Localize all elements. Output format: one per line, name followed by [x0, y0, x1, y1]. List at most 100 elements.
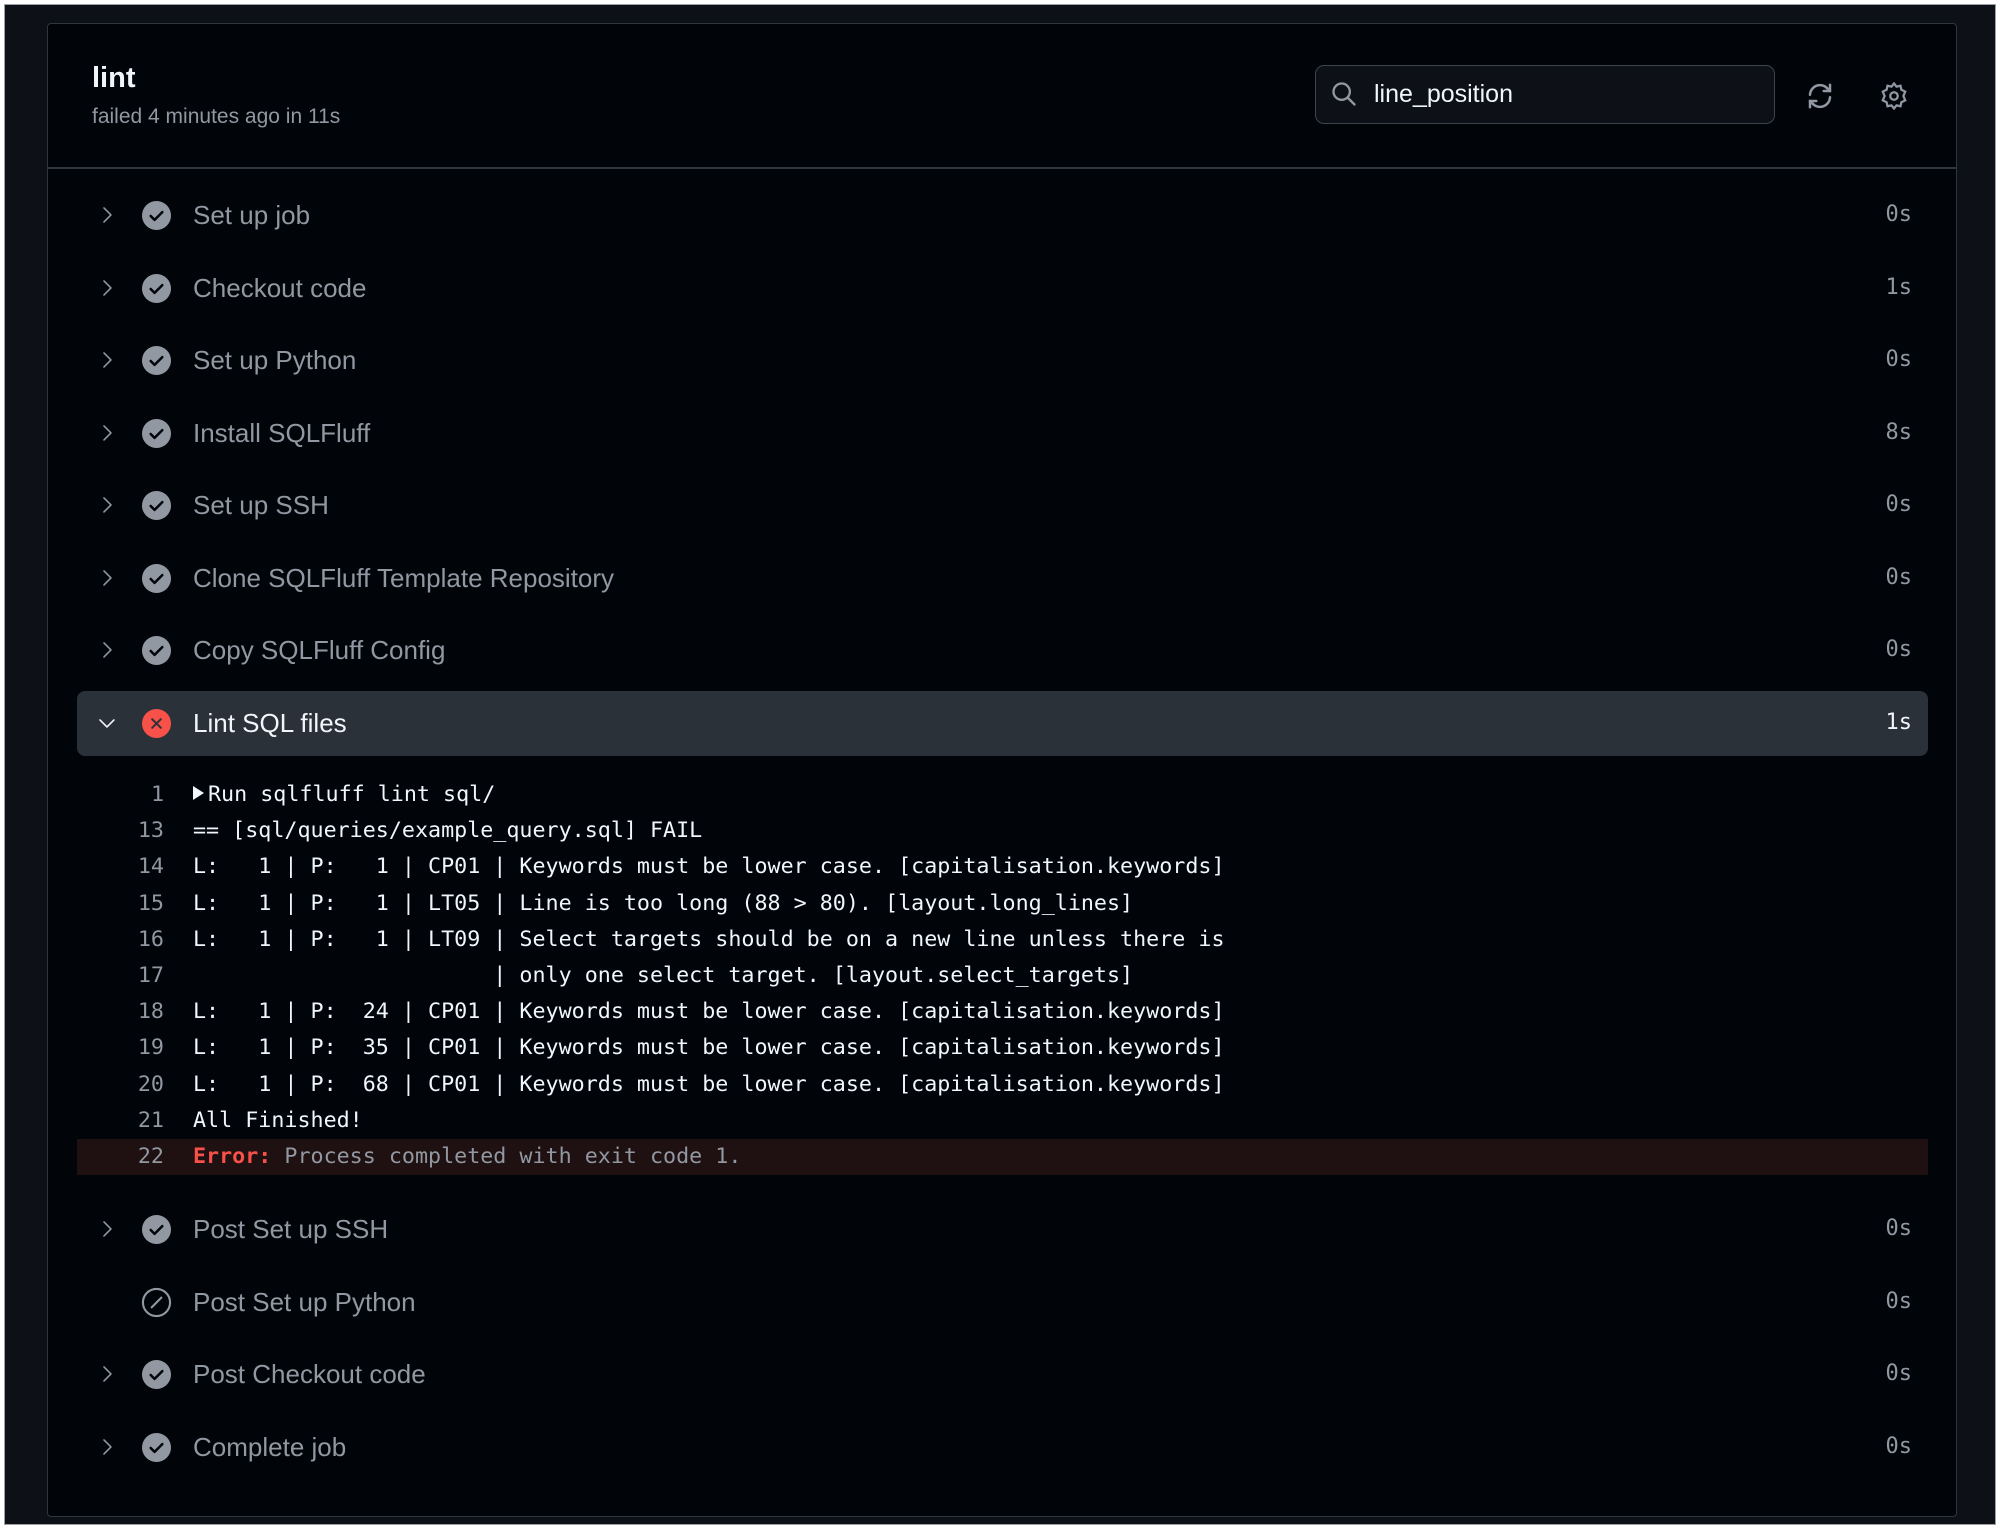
log-text: L: 1 | P: 68 | CP01 | Keywords must be l… [193, 1071, 1225, 1097]
step-label: Copy SQLFluff Config [193, 635, 446, 665]
step-row[interactable]: Complete job 0s [48, 1411, 1956, 1484]
step-label: Set up Python [193, 345, 357, 375]
log-line-number[interactable]: 18 [48, 994, 164, 1030]
log-line-text: L: 1 | P: 1 | LT09 | Select targets shou… [193, 922, 1225, 958]
log-line-text: L: 1 | P: 35 | CP01 | Keywords must be l… [193, 1030, 1225, 1066]
log-line-number[interactable]: 19 [48, 1030, 164, 1066]
log-text: L: 1 | P: 1 | LT09 | Select targets shou… [193, 926, 1225, 952]
step-duration: 0s [1885, 1216, 1913, 1242]
log-line-number[interactable]: 15 [48, 886, 164, 922]
log-line-number[interactable]: 22 [48, 1139, 164, 1175]
check-circle-icon [141, 1214, 172, 1245]
step-row-background [77, 1415, 1928, 1481]
step-duration: 0s [1885, 202, 1913, 227]
chevron-down-icon [95, 711, 119, 735]
log-line-text: L: 1 | P: 1 | LT05 | Line is too long (8… [193, 886, 1133, 922]
log-text: L: 1 | P: 24 | CP01 | Keywords must be l… [193, 999, 1225, 1025]
step-row[interactable]: Clone SQLFluff Template Repository 0s [48, 542, 1956, 615]
chevron-right-icon [95, 348, 119, 372]
log-line-text: | only one select target. [layout.select… [193, 958, 1133, 994]
log-line: 22 Error: Process completed with exit cod… [77, 1138, 1928, 1176]
log-line-text: == [sql/queries/example_query.sql] FAIL [193, 813, 702, 849]
log-line-text: Run sqlfluff lint sql/ [193, 777, 495, 813]
log-text: Run sqlfluff lint sql/ [208, 782, 496, 807]
step-label: Checkout code [193, 272, 367, 303]
settings-button[interactable] [1874, 76, 1914, 116]
error-label: Error: [193, 1143, 272, 1169]
step-row[interactable]: Post Set up SSH 0s [48, 1193, 1956, 1266]
log-line-text: L: 1 | P: 68 | CP01 | Keywords must be l… [193, 1067, 1225, 1103]
log-line: 15 L: 1 | P: 1 | LT05 | Line is too long … [48, 886, 1956, 922]
log-line: 17 | only one select target. [layout.sel… [48, 958, 1956, 994]
step-row[interactable]: Copy SQLFluff Config 0s [48, 614, 1956, 687]
check-circle-icon [141, 635, 172, 666]
step-label: Lint SQL files [193, 707, 347, 738]
step-duration: 0s [1885, 1361, 1913, 1387]
log-line-number[interactable]: 17 [48, 958, 164, 994]
step-label: Post Checkout code [193, 1359, 426, 1390]
log-text: == [sql/queries/example_query.sql] FAIL [193, 818, 703, 844]
refresh-button[interactable] [1800, 76, 1840, 116]
chevron-right-icon [95, 203, 119, 227]
check-circle-icon [141, 1359, 172, 1390]
step-row[interactable]: Install SQLFluff 8s [48, 397, 1956, 470]
log-line-text: All Finished! [193, 1103, 363, 1139]
log-line-number[interactable]: 16 [48, 922, 164, 958]
expand-triangle-icon[interactable] [193, 786, 204, 800]
job-header: lint failed 4 minutes ago in 11s [48, 24, 1956, 169]
log-line-text: L: 1 | P: 1 | CP01 | Keywords must be lo… [193, 849, 1225, 885]
step-label: Clone SQLFluff Template Repository [193, 562, 615, 593]
step-duration: 0s [1885, 492, 1913, 517]
log-search-box[interactable] [1315, 65, 1775, 124]
log-line: 1 Run sqlfluff lint sql/ [48, 777, 1956, 813]
step-row-background [77, 473, 1928, 539]
window-frame: lint failed 4 minutes ago in 11s Set up … [4, 4, 1996, 1525]
step-row[interactable]: Set up SSH 0s [48, 469, 1956, 542]
step-row[interactable]: Post Checkout code 0s [48, 1338, 1956, 1411]
chevron-right-icon [95, 421, 119, 445]
log-line-number[interactable]: 1 [48, 777, 164, 813]
search-icon [1332, 82, 1356, 106]
log-line: 21 All Finished! [48, 1103, 1956, 1139]
step-duration: 0s [1885, 564, 1913, 590]
chevron-right-icon [95, 566, 119, 590]
log-line-number[interactable]: 13 [48, 813, 164, 849]
step-label: Install SQLFluff [193, 417, 371, 448]
step-row[interactable]: Set up job 0s [48, 179, 1956, 252]
check-circle-icon [141, 345, 172, 376]
chevron-right-icon [95, 1217, 119, 1241]
log-text: All Finished! [193, 1107, 363, 1133]
step-duration: 1s [1885, 274, 1913, 300]
step-row[interactable]: Post Set up Python 0s [48, 1266, 1956, 1339]
log-text: L: 1 | P: 1 | LT05 | Line is too long (8… [193, 890, 1134, 916]
log-line-number[interactable]: 21 [48, 1103, 164, 1139]
log-text: Process completed with exit code 1. [271, 1143, 742, 1169]
log-line: 20 L: 1 | P: 68 | CP01 | Keywords must be… [48, 1067, 1956, 1103]
gear-icon [1881, 81, 1907, 111]
check-circle-icon [141, 563, 172, 594]
step-row[interactable]: Set up Python 0s [48, 324, 1956, 397]
check-circle-icon [141, 418, 172, 449]
step-row-background [77, 690, 1928, 756]
job-status-text: failed 4 minutes ago in 11s [92, 105, 341, 128]
step-label: Post Set up Python [193, 1286, 416, 1317]
check-circle-icon [141, 490, 172, 521]
step-row[interactable]: Checkout code 1s [48, 252, 1956, 325]
step-row[interactable]: Lint SQL files 1s [48, 687, 1956, 760]
step-label: Set up job [193, 200, 311, 230]
log-line-number[interactable]: 20 [48, 1067, 164, 1103]
log-text: L: 1 | P: 1 | CP01 | Keywords must be lo… [193, 854, 1225, 880]
chevron-right-icon [95, 276, 119, 300]
log-line-number[interactable]: 14 [48, 849, 164, 885]
log-text: L: 1 | P: 35 | CP01 | Keywords must be l… [193, 1035, 1225, 1061]
step-row-background [77, 183, 1928, 249]
job-panel: lint failed 4 minutes ago in 11s Set up … [47, 23, 1957, 1517]
log-line: 14 L: 1 | P: 1 | CP01 | Keywords must be … [48, 849, 1956, 885]
step-label: Complete job [193, 1431, 347, 1462]
log-line: 18 L: 1 | P: 24 | CP01 | Keywords must be… [48, 994, 1956, 1030]
check-circle-icon [141, 200, 172, 231]
step-log: 1 Run sqlfluff lint sql/13 == [sql/queries… [48, 759, 1956, 1193]
steps-list: Set up job 0s Checkout code 1s Set up Python… [48, 179, 1956, 1483]
log-search-input[interactable] [1374, 66, 1754, 122]
step-duration: 0s [1885, 1433, 1913, 1459]
